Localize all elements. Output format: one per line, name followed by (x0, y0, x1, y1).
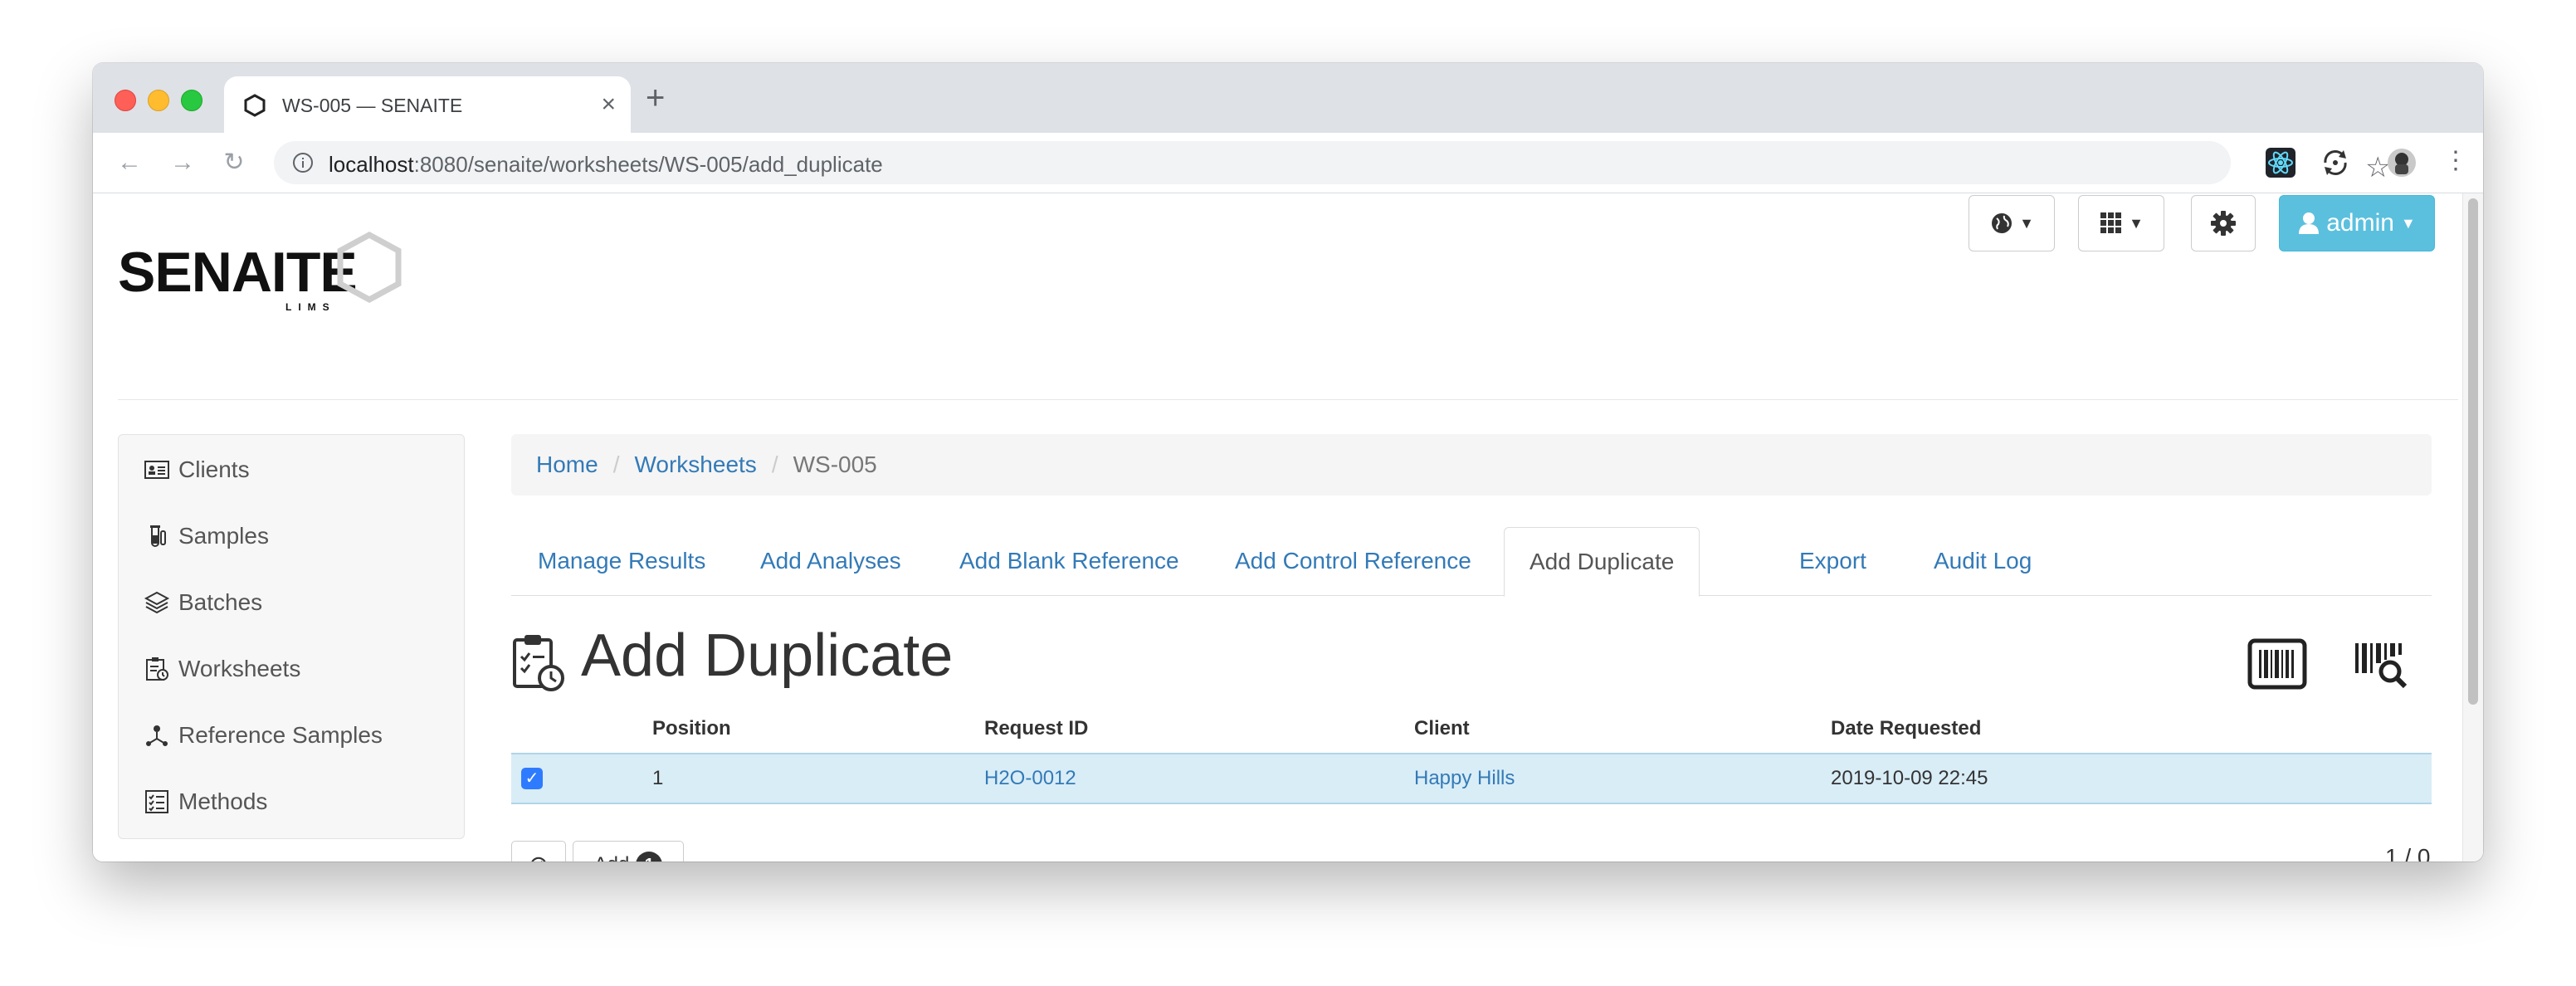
page-title: Add Duplicate (581, 622, 954, 689)
selected-count-badge: 1 (636, 852, 663, 862)
sidebar-item-label: Methods (178, 788, 268, 814)
sidebar-item-label: Worksheets (178, 656, 301, 681)
logo-text: SENAITE (118, 241, 358, 304)
tab-audit-log[interactable]: Audit Log (1909, 527, 2056, 595)
tab-export[interactable]: Export (1774, 527, 1891, 595)
tab-close-icon[interactable]: × (601, 90, 616, 120)
senaite-logo[interactable]: SENAITE LIMS (118, 227, 417, 313)
test-tube-icon (150, 525, 166, 547)
column-header-client[interactable]: Client (1414, 710, 1470, 748)
contact-card-icon (144, 461, 169, 479)
sidebar-item-label: Reference Samples (178, 722, 383, 748)
add-button-label: Add (594, 853, 630, 862)
browser-menu-icon[interactable]: ⋮ (2443, 144, 2468, 178)
ban-icon: ⊘ (528, 851, 549, 862)
profile-avatar-icon[interactable] (2385, 146, 2418, 179)
caret-down-icon: ▼ (2400, 214, 2416, 232)
pagination-count: 1 / 0 (2385, 844, 2431, 862)
tab-strip: WS-005 — SENAITE × + (93, 63, 2483, 133)
vertical-scrollbar[interactable] (2462, 193, 2483, 862)
breadcrumb-separator: / (612, 452, 620, 477)
sidebar-item-methods[interactable]: Methods (144, 785, 267, 818)
table-row[interactable]: ✓ 1 H2O-0012 Happy Hills 2019-10-09 22:4… (511, 753, 2432, 804)
sidebar-item-clients[interactable]: Clients (144, 453, 250, 486)
cell-date-requested: 2019-10-09 22:45 (1831, 767, 1988, 789)
tab-add-duplicate[interactable]: Add Duplicate (1504, 527, 1700, 597)
browser-window: WS-005 — SENAITE × + ← → ↻ localhost:808… (93, 63, 2483, 862)
row-select-checkbox[interactable]: ✓ (521, 768, 543, 789)
add-button[interactable]: Add 1 (573, 841, 684, 862)
hexagon-favicon-icon (244, 94, 266, 117)
logo-subtitle: LIMS (285, 301, 336, 313)
gear-icon (2211, 211, 2236, 236)
admin-label: admin (2326, 209, 2394, 237)
settings-button[interactable] (2191, 195, 2256, 251)
tab-manage-results[interactable]: Manage Results (513, 527, 730, 595)
address-toolbar: ← → ↻ localhost:8080/senaite/worksheets/… (93, 133, 2483, 193)
clipboard-clock-icon (146, 657, 168, 681)
worksheet-tabs: Manage Results Add Analyses Add Blank Re… (511, 527, 2432, 597)
barcode-icon[interactable] (2247, 638, 2307, 690)
globe-icon (1992, 213, 2013, 233)
caret-down-icon: ▼ (2019, 214, 2034, 232)
sidebar-nav: Clients Samples Batches Worksheets Refer… (118, 434, 465, 839)
sidebar-item-reference-samples[interactable]: Reference Samples (144, 719, 383, 752)
scrollbar-thumb[interactable] (2468, 198, 2478, 705)
react-devtools-icon[interactable] (2264, 146, 2297, 179)
tab-add-blank-reference[interactable]: Add Blank Reference (934, 527, 1204, 595)
header-divider (118, 399, 2458, 400)
breadcrumb-worksheets-link[interactable]: Worksheets (634, 452, 756, 478)
url-text: localhost:8080/senaite/worksheets/WS-005… (329, 152, 883, 177)
sidebar-item-label: Clients (178, 456, 250, 482)
user-icon (2299, 212, 2320, 234)
maximize-window-button[interactable] (181, 90, 202, 111)
breadcrumb-home-link[interactable]: Home (536, 452, 598, 478)
back-button[interactable]: ← (113, 146, 146, 179)
address-bar[interactable]: localhost:8080/senaite/worksheets/WS-005… (274, 141, 2390, 184)
cell-position: 1 (652, 767, 664, 789)
page-content: SENAITE LIMS ▼ ▼ admin ▼ Clients Samples… (93, 193, 2483, 862)
admin-user-menu-button[interactable]: admin ▼ (2279, 195, 2435, 251)
apps-menu-button[interactable]: ▼ (2078, 195, 2164, 251)
close-window-button[interactable] (115, 90, 136, 111)
language-button[interactable]: ▼ (1969, 195, 2055, 251)
cell-client-link[interactable]: Happy Hills (1414, 754, 1515, 803)
breadcrumb: Home / Worksheets / WS-005 (511, 434, 2432, 495)
minimize-window-button[interactable] (148, 90, 169, 111)
forward-button[interactable]: → (166, 146, 199, 179)
column-header-position[interactable]: Position (652, 710, 731, 748)
new-tab-button[interactable]: + (646, 81, 665, 115)
worksheet-clipboard-icon (513, 635, 564, 691)
browser-tab[interactable]: WS-005 — SENAITE × (224, 76, 631, 133)
barcode-search-icon[interactable] (2354, 638, 2413, 690)
cell-request-id-link[interactable]: H2O-0012 (984, 754, 1076, 803)
column-header-request-id[interactable]: Request ID (984, 710, 1088, 748)
sidebar-item-label: Batches (178, 589, 263, 615)
clear-selection-button[interactable]: ⊘ (511, 841, 566, 862)
grid-icon (2100, 212, 2122, 233)
logo-hexagon-icon (337, 232, 402, 303)
column-header-date-requested[interactable]: Date Requested (1831, 710, 1981, 748)
sidebar-item-samples[interactable]: Samples (144, 520, 269, 553)
breadcrumb-current: WS-005 (793, 452, 877, 477)
molecule-icon (146, 725, 168, 746)
checklist-icon (145, 790, 168, 813)
layers-icon (144, 591, 170, 614)
sidebar-item-batches[interactable]: Batches (144, 586, 262, 619)
tab-add-control-reference[interactable]: Add Control Reference (1210, 527, 1496, 595)
caret-down-icon: ▼ (2129, 214, 2144, 232)
info-icon[interactable] (292, 152, 314, 173)
sidebar-item-worksheets[interactable]: Worksheets (144, 652, 300, 686)
browser-tab-title: WS-005 — SENAITE (282, 95, 463, 116)
sidebar-item-label: Samples (178, 523, 269, 549)
reload-button[interactable]: ↻ (217, 146, 251, 179)
sync-extension-icon[interactable] (2319, 146, 2352, 179)
tab-add-analyses[interactable]: Add Analyses (735, 527, 926, 595)
breadcrumb-separator: / (771, 452, 778, 477)
